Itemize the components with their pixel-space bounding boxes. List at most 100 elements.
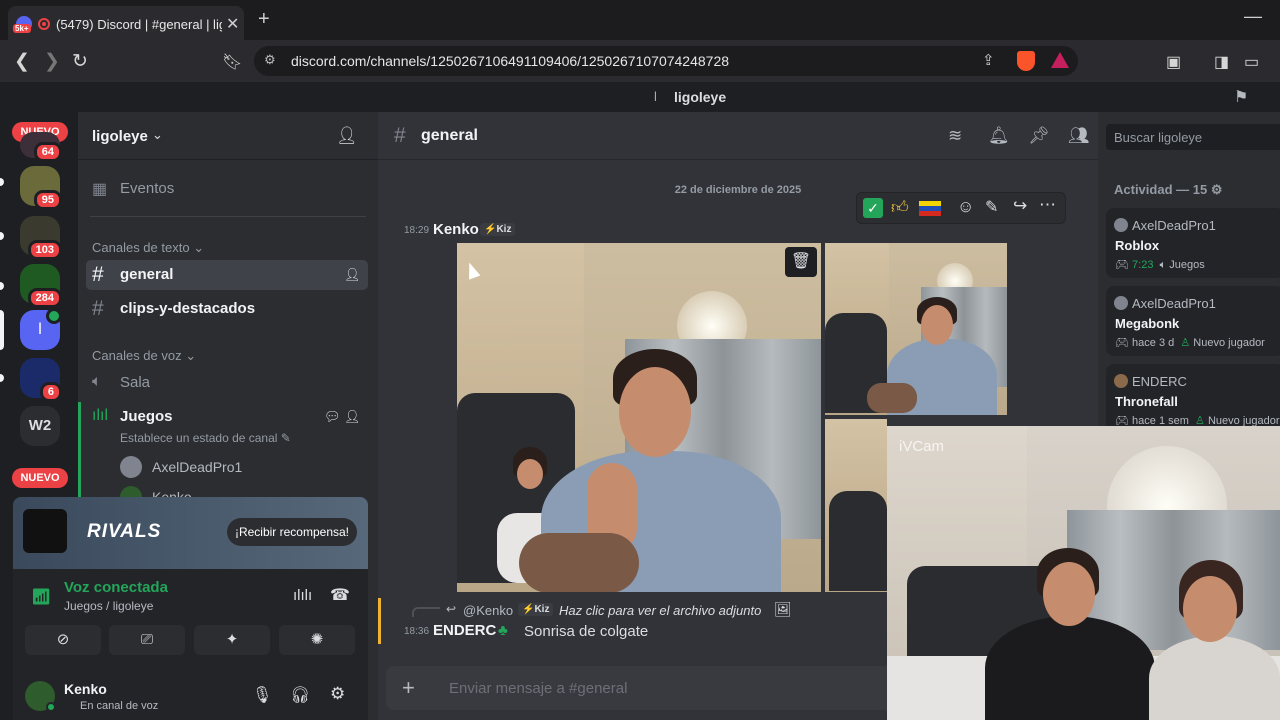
disconnect-icon[interactable]: ☎︎ [330,585,350,605]
activities-button[interactable]: ✦ [194,625,270,655]
server-icon-active[interactable]: l [20,308,62,350]
category-text-channels[interactable]: Canales de texto ⌄ [92,240,204,256]
voice-channel-juegos[interactable]: ılıl Juegos 💬︎ 👤︎ [86,402,368,432]
search-input[interactable]: Buscar ligoleye [1106,124,1280,150]
invite-icon[interactable]: 👤︎ [344,409,361,425]
chat-header: # general ≋ 🔔︎ 📌︎ 👥︎ [378,112,1098,160]
delete-icon[interactable]: 🗑︎ [785,247,817,277]
channel-status-prompt[interactable]: Establece un estado de canal ✎ [120,431,291,445]
channel-clips-y-destacados[interactable]: # clips-y-destacados [86,294,368,324]
inbox-icon[interactable]: ⚑ [1234,87,1248,107]
voice-connected-subtitle[interactable]: Juegos / ligoleye [64,599,153,613]
reload-icon[interactable]: ↻ [72,50,88,73]
server-header[interactable]: ligoleye ⌄ 👤︎ [78,112,378,160]
more-icon[interactable]: ⋯ [1039,195,1056,215]
camera-button[interactable]: ⊘ [25,625,101,655]
voice-connected-title[interactable]: Voz conectada [64,579,168,596]
server-icon[interactable]: 103 [20,216,62,260]
bookmark-icon[interactable]: 🔖︎ [222,52,242,72]
members-icon[interactable]: 👥︎ [1068,126,1090,146]
webcam-overlay: iVCam [887,426,1280,720]
server-initial: W2 [28,417,52,434]
voice-channel-sala[interactable]: 🔈︎ Sala [86,368,368,398]
share-icon[interactable]: ⇪ [982,51,995,69]
events-label: Eventos [120,180,175,197]
noise-suppression-icon[interactable]: ılılı [293,587,312,604]
flag-emoji[interactable] [919,201,941,216]
new-tab-button[interactable]: + [258,8,270,31]
threads-icon[interactable]: ≋ [948,126,962,146]
ivcam-watermark: iVCam [899,438,945,455]
activity-card[interactable]: ENDERC Thronefall 🎮︎ hace 1 sem ♙ Nuevo … [1106,364,1280,434]
activity-card[interactable]: AxelDeadPro1 Roblox 🎮︎ 7:23 🔈︎ Juegos [1106,208,1280,278]
activity-user: AxelDeadPro1 [1132,296,1216,311]
server-icon[interactable]: W2 [20,406,60,446]
reply-author[interactable]: @Kenko [463,603,513,618]
user-panel: Kenko En canal de voz 🎙︎ 🎧︎ ⚙︎ [13,669,368,720]
message-content: Sonrisa de colgate [524,623,649,640]
check-emoji[interactable]: ✓ [863,198,883,218]
back-icon[interactable]: ❮ [14,50,30,73]
discord-icon [1114,218,1128,232]
user-status: En canal de voz [80,700,159,712]
image-attachment[interactable]: 🗑︎ [457,243,821,592]
invite-icon[interactable]: 👤︎ [344,267,361,283]
hash-icon: # [394,124,406,147]
address-bar[interactable]: ⚙︎ discord.com/channels/1250267106491109… [254,46,1078,76]
server-icon[interactable]: 284 [20,264,62,308]
brave-shields-icon[interactable] [1017,51,1035,71]
reply-preview[interactable]: Haz clic para ver el archivo adjunto [559,603,761,618]
voice-user[interactable]: Kenko [152,489,192,497]
server-icon[interactable]: 64 [20,132,62,162]
site-info-icon[interactable]: ⚙︎ [264,52,276,68]
discord-icon [1114,296,1128,310]
image-attachment[interactable] [825,243,1007,415]
browser-tab[interactable]: 5k+ (5479) Discord | #general | lig ✕ [8,6,244,40]
status-text: Establece un estado de canal [120,431,278,445]
username[interactable]: Kenko [64,681,107,697]
activity-user: ENDERC [1132,374,1187,389]
soundboard-button[interactable]: ✺ [279,625,355,655]
thumbs-up-emoji[interactable]: 👍︎ [891,197,909,218]
wallet-icon[interactable]: ▭ [1244,52,1259,72]
pin-icon[interactable]: 📌︎ [1028,126,1050,146]
voice-user[interactable]: AxelDeadPro1 [152,459,242,475]
headphones-icon[interactable]: 🎧︎ [290,685,310,705]
discord-title-strip: l ligoleye ⚑ [0,82,1280,112]
close-tab-icon[interactable]: ✕ [226,14,239,34]
invite-icon[interactable]: 👤︎ [336,126,358,146]
game-promo-banner: RIVALS ¡Recibir recompensa! [13,497,368,569]
voice-indicator-icon [46,308,62,324]
add-reaction-icon[interactable]: ☺ [957,197,974,217]
minimize-button[interactable]: — [1244,6,1262,27]
chat-icon[interactable]: 💬︎ [324,409,341,425]
sidebar-toggle-icon[interactable]: ◨ [1214,52,1229,72]
brave-rewards-icon[interactable] [1051,52,1069,68]
add-attachment-icon[interactable]: + [402,675,415,701]
channel-general[interactable]: # general 👤︎ [86,260,368,290]
message-timestamp: 18:29 [404,225,430,236]
server-icon[interactable]: 6 [20,358,62,402]
events-item[interactable]: ▦ Eventos [86,174,368,204]
activity-title: Actividad — 15 ⚙︎ [1114,182,1223,197]
edit-icon[interactable]: ✎ [985,197,998,217]
speaker-icon: 🔈︎ [92,373,102,390]
message-author[interactable]: ENDERC [433,622,496,639]
category-voice-channels[interactable]: Canales de voz ⌄ [92,348,196,364]
forward-icon[interactable]: ↪ [1013,196,1027,216]
microphone-icon[interactable]: 🎙︎ [252,685,272,705]
activity-time: hace 3 d [1132,337,1175,349]
gear-icon[interactable]: ⚙︎ [330,684,345,704]
tab-title: (5479) Discord | #general | lig [56,17,222,32]
server-icon[interactable]: 95 [20,166,62,210]
claim-reward-button[interactable]: ¡Recibir recompensa! [227,518,357,546]
message-author[interactable]: Kenko [433,221,479,238]
image-attachment[interactable] [825,419,887,592]
screen-share-button[interactable]: ⎚ [109,625,185,655]
bell-icon[interactable]: 🔔︎ [988,126,1010,146]
forward-icon[interactable]: ❯ [44,50,60,73]
activity-card[interactable]: AxelDeadPro1 Megabonk 🎮︎ hace 3 d ♙ Nuev… [1106,286,1280,356]
screenshot-icon[interactable]: ▣ [1166,52,1181,72]
avatar-decoration-image [23,509,67,553]
mention-badge: 6 [39,382,62,402]
